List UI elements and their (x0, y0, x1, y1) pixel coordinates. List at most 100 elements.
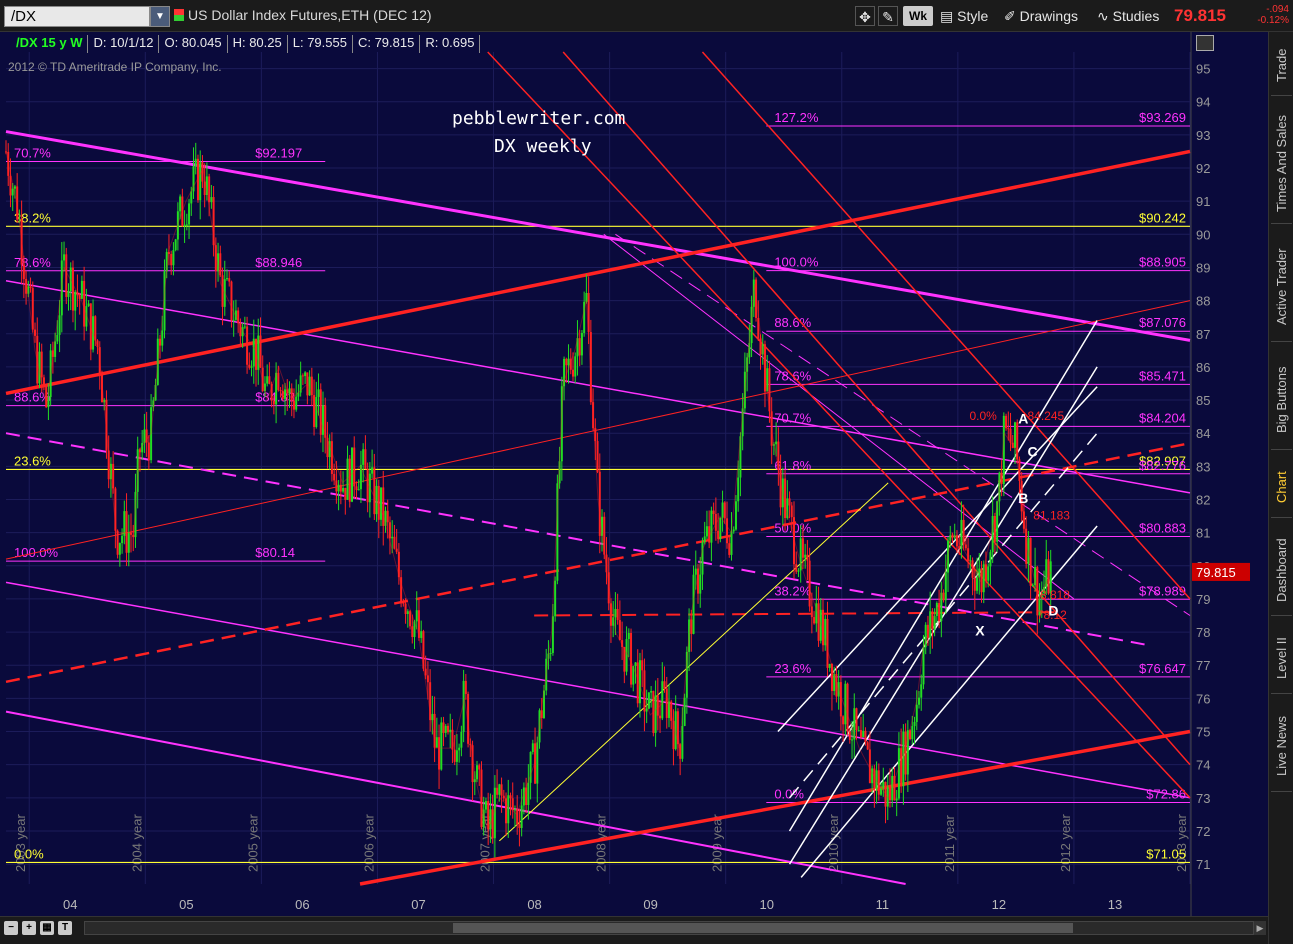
drawing-tool-icon[interactable]: ✎ (878, 6, 898, 26)
candle-body (478, 765, 481, 770)
text-tool-icon[interactable]: T (58, 921, 72, 935)
pencil-icon: ✐ (1004, 8, 1016, 24)
candle-body (973, 577, 976, 591)
candle-body (719, 517, 722, 539)
pattern-point-c: C (1027, 443, 1037, 459)
y-tick-label: 75 (1196, 725, 1210, 740)
sidebar-tab-big-buttons[interactable]: Big Buttons (1271, 350, 1292, 450)
sidebar-tab-dashboard[interactable]: Dashboard (1271, 526, 1292, 616)
y-tick-label: 84 (1196, 426, 1210, 441)
candle-body (371, 467, 374, 474)
fib-level-price: $84.204 (1139, 410, 1186, 425)
sidebar-tab-active-trader[interactable]: Active Trader (1271, 232, 1292, 342)
price-change: -.094 -0.12% (1241, 4, 1289, 26)
candle-body (411, 626, 414, 637)
zoom-in-icon[interactable]: + (22, 921, 36, 935)
candle-body (902, 731, 905, 787)
y-tick-label: 87 (1196, 327, 1210, 342)
info-close: C: 79.815 (353, 35, 421, 53)
candle-body (641, 660, 644, 671)
year-label: 2004 year (129, 814, 144, 872)
candle-body (920, 684, 923, 698)
sidebar-tab-level-ii[interactable]: Level II (1271, 624, 1292, 694)
y-tick-label: 72 (1196, 824, 1210, 839)
candle-body (71, 267, 74, 311)
x-tick-label: 04 (63, 897, 77, 912)
candle-body (855, 708, 858, 731)
candle-body (377, 485, 380, 520)
candle-body (681, 726, 684, 759)
chart-canvas[interactable]: 7172737475767778798081828384858687888990… (0, 32, 1268, 916)
fib-level-pct: 23.6% (774, 661, 811, 676)
style-menu[interactable]: ▤ Style (940, 6, 988, 26)
candle-body (464, 680, 467, 694)
candle-body (415, 610, 418, 622)
x-tick-label: 13 (1108, 897, 1122, 912)
candle-body (942, 592, 945, 601)
period-button[interactable]: Wk (903, 6, 933, 26)
candle-body (388, 522, 391, 539)
candle-body (976, 577, 979, 591)
sidebar-tab-chart[interactable]: Chart (1271, 458, 1292, 518)
zoom-out-icon[interactable]: − (4, 921, 18, 935)
symbol-input[interactable]: /DX (4, 6, 150, 27)
net-change: -.094 (1266, 4, 1289, 15)
candle-body (301, 375, 304, 377)
candle-body (710, 510, 713, 543)
candle-body (426, 675, 429, 683)
percent-change: -0.12% (1257, 15, 1289, 26)
candle-body (225, 278, 228, 280)
sidebar-tab-times-and-sales[interactable]: Times And Sales (1271, 104, 1292, 224)
year-label: 2012 year (1058, 814, 1073, 872)
trendline (5, 300, 1191, 560)
candle-body (210, 197, 213, 203)
candle-body (904, 731, 907, 775)
candle-body (638, 660, 641, 704)
candle-body (918, 697, 921, 705)
candle-body (859, 730, 862, 738)
candle-body (317, 389, 320, 398)
x-tick-label: 10 (759, 897, 773, 912)
candle-body (511, 798, 514, 811)
watermark-site: pebblewriter.com (452, 108, 626, 129)
candle-body (822, 609, 825, 646)
candle-body (230, 281, 233, 321)
x-tick-label: 06 (295, 897, 309, 912)
fit-icon[interactable]: ▦ (40, 921, 54, 935)
candle-body (650, 690, 653, 693)
candle-body (661, 681, 664, 719)
crosshair-tool-icon[interactable]: ✥ (855, 6, 875, 26)
candle-body (406, 611, 409, 615)
fib-level-pct: 78.6% (14, 255, 51, 270)
candle-body (147, 442, 150, 461)
candle-body (208, 176, 211, 203)
fib-level-pct: 70.7% (774, 410, 811, 425)
x-tick-label: 05 (179, 897, 193, 912)
y-tick-label: 94 (1196, 95, 1210, 110)
candle-body (989, 552, 992, 567)
scroll-right-icon[interactable]: ▶ (1254, 921, 1266, 935)
candle-body (183, 224, 186, 227)
studies-menu[interactable]: ∿ Studies (1097, 6, 1159, 26)
sidebar-tab-trade[interactable]: Trade (1271, 36, 1292, 96)
y-tick-label: 77 (1196, 658, 1210, 673)
candle-body (656, 695, 659, 716)
candle-body (357, 489, 360, 491)
symbol-dropdown-icon[interactable]: ▼ (150, 6, 170, 27)
candle-body (170, 254, 173, 266)
pattern-fib-label: 81.183 (1033, 508, 1070, 522)
current-price-label: 79.815 (1196, 565, 1236, 580)
candle-body (268, 376, 271, 385)
scrollbar-thumb[interactable] (453, 923, 1073, 933)
y-tick-label: 83 (1196, 459, 1210, 474)
price-chart[interactable]: 7172737475767778798081828384858687888990… (0, 32, 1268, 916)
drawings-menu[interactable]: ✐ Drawings (1004, 6, 1078, 26)
candle-body (420, 631, 423, 638)
year-label: 2011 year (942, 814, 957, 872)
y-tick-label: 79 (1196, 592, 1210, 607)
expand-icon[interactable] (1196, 35, 1214, 51)
candle-body (380, 487, 383, 520)
candle-body (476, 765, 479, 780)
sidebar-tab-live-news[interactable]: Live News (1271, 702, 1292, 792)
time-scrollbar[interactable] (84, 921, 1254, 935)
